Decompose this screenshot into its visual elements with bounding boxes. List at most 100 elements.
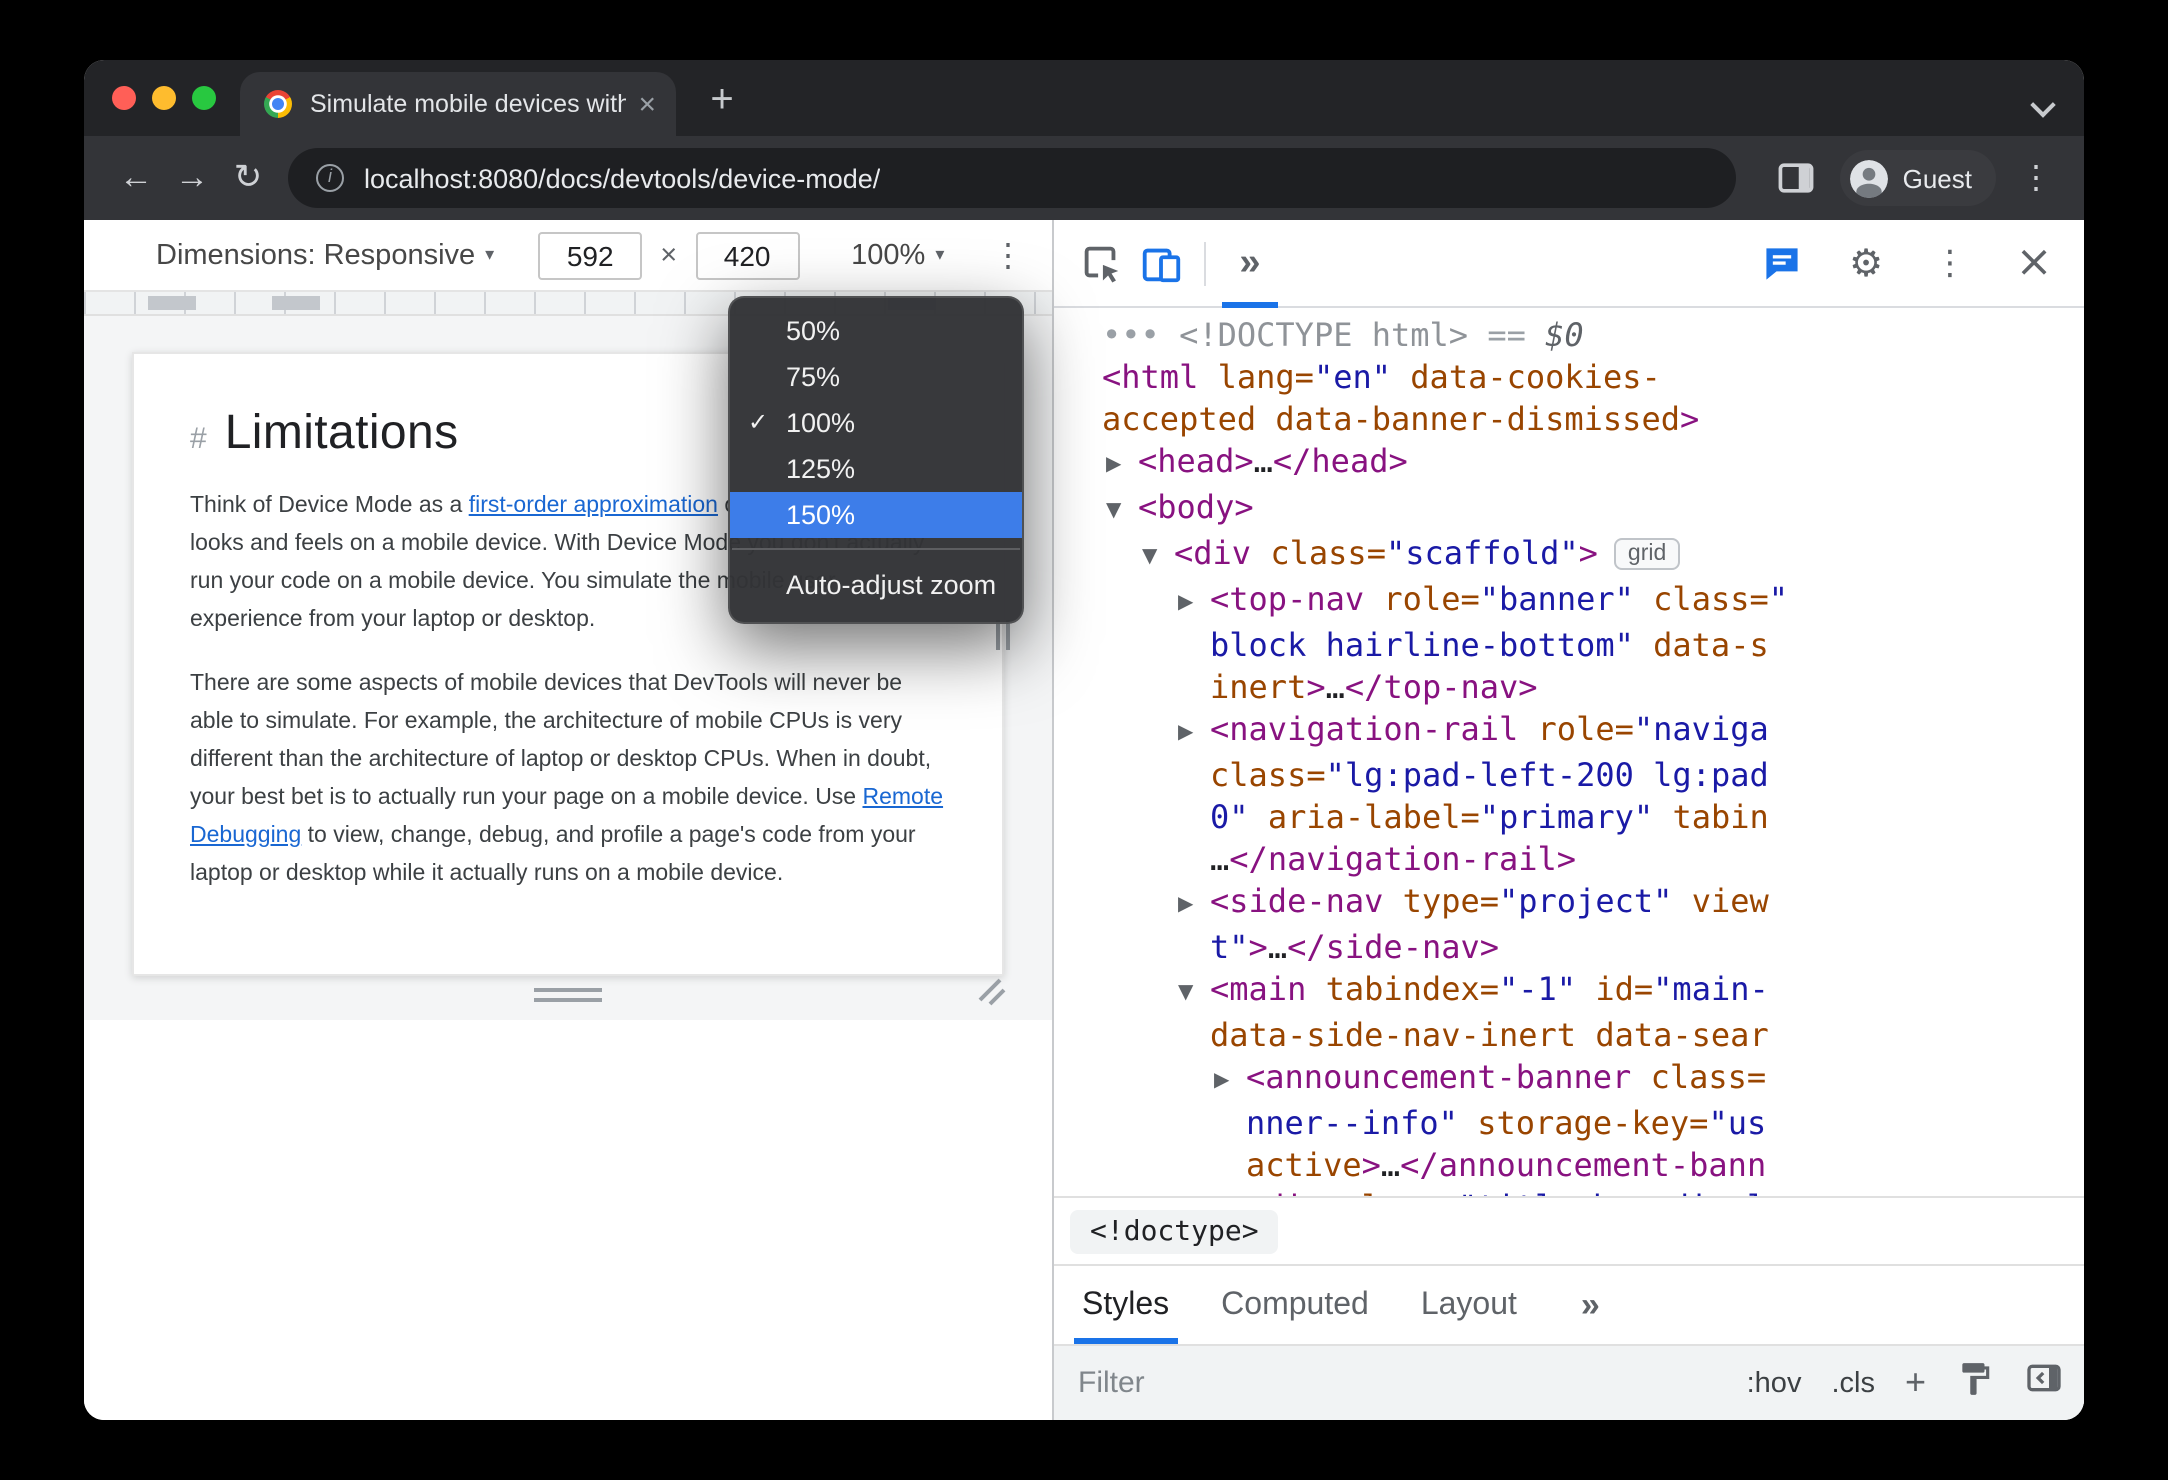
- auto-adjust-zoom-item[interactable]: Auto-adjust zoom: [730, 560, 1022, 612]
- zoom-select[interactable]: 100% ▾: [851, 239, 944, 271]
- dom-node-line[interactable]: ••• <!DOCTYPE html> == $0: [1054, 314, 2084, 356]
- class-toggle-button[interactable]: .cls: [1831, 1367, 1875, 1399]
- side-panel-icon[interactable]: [1773, 154, 1821, 202]
- dimensions-label: Dimensions: Responsive: [156, 239, 476, 271]
- chevron-down-icon: ▾: [935, 244, 945, 264]
- dom-node-line[interactable]: ▶ <navigation-rail role="naviga: [1054, 708, 2084, 754]
- width-input[interactable]: [538, 231, 643, 279]
- doc-link[interactable]: first-order approximation: [469, 494, 718, 518]
- dom-node-line[interactable]: ▶ <top-nav role="banner" class=": [1054, 578, 2084, 624]
- expand-arrow-icon[interactable]: ▼: [1106, 490, 1138, 532]
- tab-layout[interactable]: Layout: [1421, 1266, 1517, 1344]
- dom-token: =: [1294, 358, 1314, 396]
- dimensions-select[interactable]: Dimensions: Responsive ▾: [156, 239, 494, 271]
- zoom-option-label: 125%: [786, 454, 856, 484]
- devtools-close-button[interactable]: ×: [2004, 233, 2064, 293]
- settings-gear-icon[interactable]: ⚙: [1836, 233, 1896, 293]
- screen: Simulate mobile devices with D × + ← → ↻…: [0, 0, 2168, 1480]
- zoom-option-125%[interactable]: 125%: [730, 446, 1022, 492]
- tab-close-button[interactable]: ×: [638, 89, 656, 119]
- dom-node-wrap-line[interactable]: data-side-nav-inert data-sear: [1054, 1014, 2084, 1056]
- browser-tab[interactable]: Simulate mobile devices with D ×: [240, 72, 676, 136]
- grid-badge[interactable]: grid: [1613, 538, 1681, 570]
- reload-button[interactable]: ↻: [220, 150, 276, 206]
- fullscreen-window-button[interactable]: [192, 86, 216, 110]
- format-paint-icon[interactable]: [1956, 1359, 1994, 1407]
- dom-node-line[interactable]: ▶<div class="title-bar displ: [1054, 1186, 2084, 1196]
- dom-node-line[interactable]: ▼ <body>: [1054, 486, 2084, 532]
- dom-node-wrap-line[interactable]: class="lg:pad-left-200 lg:pad: [1054, 754, 2084, 796]
- dom-node-line[interactable]: ▼ <div class="scaffold"> grid: [1054, 532, 2084, 578]
- dom-token: =: [1479, 882, 1499, 920]
- profile-button[interactable]: Guest: [1840, 150, 1996, 206]
- browser-menu-button[interactable]: ⋮: [2012, 158, 2060, 198]
- viewport-resize-right-handle[interactable]: [996, 620, 1010, 650]
- dom-node-line[interactable]: ▶ <head>…</head>: [1054, 440, 2084, 486]
- more-sidebar-tabs-button[interactable]: »: [1581, 1285, 1600, 1325]
- tab-strip: Simulate mobile devices with D × +: [84, 60, 2084, 136]
- tab-search-chevron-icon[interactable]: [2034, 96, 2052, 114]
- dom-node-line[interactable]: ▶ <announcement-banner class=: [1054, 1056, 2084, 1102]
- dom-node-line[interactable]: ▶ <side-nav type="project" view: [1054, 880, 2084, 926]
- feedback-icon[interactable]: [1752, 233, 1812, 293]
- dom-token: accepted data-banner-dismissed: [1102, 400, 1680, 438]
- forward-button[interactable]: →: [164, 150, 220, 206]
- new-style-rule-button[interactable]: +: [1905, 1362, 1926, 1404]
- expand-arrow-icon[interactable]: ▼: [1178, 972, 1210, 1014]
- dom-node-line[interactable]: <html lang="en" data-cookies-: [1054, 356, 2084, 398]
- dom-token: <side-nav: [1210, 882, 1403, 920]
- dom-token: data-cookies-: [1410, 358, 1661, 396]
- back-button[interactable]: ←: [108, 150, 164, 206]
- dom-token: inert: [1210, 668, 1307, 706]
- zoom-option-75%[interactable]: 75%: [730, 354, 1022, 400]
- collapse-arrow-icon[interactable]: ▶: [1178, 884, 1210, 926]
- inspect-element-button[interactable]: [1070, 233, 1130, 293]
- tab-styles[interactable]: Styles: [1074, 1266, 1177, 1344]
- pseudo-state-button[interactable]: :hov: [1747, 1367, 1802, 1399]
- dom-node-wrap-line[interactable]: 0" aria-label="primary" tabin: [1054, 796, 2084, 838]
- close-window-button[interactable]: [112, 86, 136, 110]
- site-info-icon[interactable]: i: [316, 164, 344, 192]
- device-toolbar-toggle-button[interactable]: [1130, 233, 1190, 293]
- dom-token: [1653, 798, 1672, 836]
- viewport-resize-corner-handle[interactable]: [976, 976, 1006, 1016]
- anchor-hash[interactable]: #: [190, 422, 207, 456]
- dom-node-wrap-line[interactable]: active>…</announcement-bann: [1054, 1144, 2084, 1186]
- devtools-toolbar: » ⚙ ⋮ ×: [1054, 220, 2084, 308]
- collapse-panel-icon[interactable]: [2024, 1358, 2064, 1408]
- dom-token: <head>: [1138, 442, 1254, 480]
- address-bar[interactable]: i localhost:8080/docs/devtools/device-mo…: [288, 148, 1737, 208]
- viewport-resize-bottom-handle[interactable]: [534, 988, 602, 1008]
- dom-token: [1634, 580, 1653, 618]
- more-panels-button[interactable]: »: [1220, 233, 1280, 307]
- devtools-menu-button[interactable]: ⋮: [1920, 233, 1980, 293]
- new-tab-button[interactable]: +: [696, 76, 748, 128]
- collapse-arrow-icon[interactable]: ▶: [1178, 712, 1210, 754]
- window-content: Dimensions: Responsive ▾ × 100% ▾ ⋮: [84, 220, 2084, 1420]
- device-toolbar-menu-button[interactable]: ⋮: [992, 235, 1024, 275]
- dom-token: </navigation-rail>: [1229, 840, 1577, 878]
- filter-input[interactable]: [1078, 1366, 1298, 1400]
- minimize-window-button[interactable]: [152, 86, 176, 110]
- more-tabs-label: »: [1239, 241, 1261, 283]
- dom-token: tabindex: [1325, 970, 1480, 1008]
- zoom-option-50%[interactable]: 50%: [730, 308, 1022, 354]
- dom-node-wrap-line[interactable]: inert>…</top-nav>: [1054, 666, 2084, 708]
- collapse-arrow-icon[interactable]: ▶: [1106, 444, 1138, 486]
- dom-token: "scaffold": [1385, 534, 1579, 572]
- height-input[interactable]: [695, 231, 800, 279]
- breadcrumb-doctype[interactable]: <!doctype>: [1070, 1209, 1279, 1253]
- dom-node-wrap-line[interactable]: block hairline-bottom" data-s: [1054, 624, 2084, 666]
- collapse-arrow-icon[interactable]: ▶: [1214, 1060, 1246, 1102]
- dom-node-wrap-line[interactable]: …</navigation-rail>: [1054, 838, 2084, 880]
- browser-window: Simulate mobile devices with D × + ← → ↻…: [84, 60, 2084, 1420]
- dom-node-wrap-line[interactable]: nner--info" storage-key="us: [1054, 1102, 2084, 1144]
- dom-node-line[interactable]: ▼ <main tabindex="-1" id="main-: [1054, 968, 2084, 1014]
- collapse-arrow-icon[interactable]: ▶: [1178, 582, 1210, 624]
- dom-node-wrap-line[interactable]: accepted data-banner-dismissed>: [1054, 398, 2084, 440]
- expand-arrow-icon[interactable]: ▼: [1142, 536, 1174, 578]
- zoom-option-100%[interactable]: ✓ 100%: [730, 400, 1022, 446]
- dom-node-wrap-line[interactable]: t">…</side-nav>: [1054, 926, 2084, 968]
- zoom-option-150%[interactable]: 150%: [730, 492, 1022, 538]
- tab-computed[interactable]: Computed: [1221, 1266, 1369, 1344]
